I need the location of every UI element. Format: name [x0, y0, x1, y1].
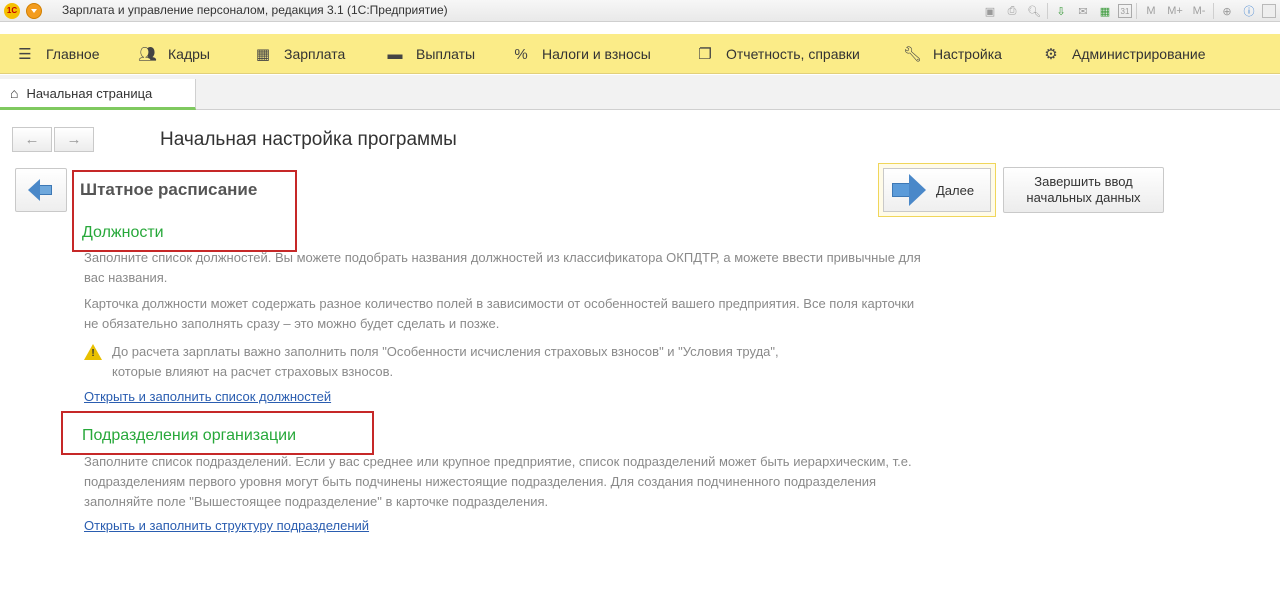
next-button-label: Далее	[936, 182, 975, 198]
app-title: Зарплата и управление персоналом, редакц…	[62, 3, 448, 17]
panel-item-settings[interactable]: 🔧︎ Настройка	[903, 34, 1002, 74]
toolbar-separator	[1047, 3, 1048, 19]
memory-minus-button[interactable]: M-	[1189, 5, 1209, 17]
previous-step-button[interactable]	[15, 168, 67, 212]
open-positions-link[interactable]: Открыть и заполнить список должностей	[84, 389, 331, 404]
preview-icon[interactable]: 🔍︎	[1025, 3, 1043, 19]
minimize-window-icon[interactable]	[1262, 4, 1276, 18]
warning-block: ! До расчета зарплаты важно заполнить по…	[84, 342, 824, 382]
panel-item-administration[interactable]: ⚙ Администрирование	[1042, 34, 1206, 74]
tab-home-label: Начальная страница	[26, 85, 153, 101]
panel-item-payments[interactable]: ▬ Выплаты	[386, 34, 476, 74]
hamburger-icon: ☰	[18, 46, 32, 63]
panel-item-salary[interactable]: ▦ Зарплата	[254, 34, 345, 74]
window-titlebar: 1С Зарплата и управление персоналом, ред…	[0, 0, 1280, 22]
forward-arrow-icon	[892, 174, 926, 206]
panel-item-reports[interactable]: ❐ Отчетность, справки	[696, 34, 860, 74]
panel-item-label: Зарплата	[284, 46, 346, 62]
print-icon[interactable]: ⎙	[1003, 3, 1021, 19]
mail-icon[interactable]: ✉	[1074, 3, 1092, 19]
arrow-right-icon: →	[66, 131, 82, 148]
open-windows-bar: ⌂ Начальная страница	[0, 75, 1280, 110]
panel-item-main[interactable]: ☰ Главное	[16, 34, 100, 74]
zoom-icon[interactable]: ⊕	[1218, 3, 1236, 19]
1c-logo-icon: 1С	[4, 3, 20, 19]
people-icon: 👥︎	[138, 46, 158, 63]
departments-description: Заполните список подразделений. Если у в…	[84, 454, 912, 509]
next-button[interactable]: Далее	[883, 168, 991, 212]
gear-icon: ⚙	[1044, 46, 1058, 63]
panel-item-label: Выплаты	[416, 46, 476, 62]
main-menu-button[interactable]	[26, 3, 42, 19]
next-button-frame: Далее	[878, 163, 996, 217]
arrow-left-icon: ←	[24, 131, 40, 148]
panel-item-label: Отчетность, справки	[726, 46, 860, 62]
positions-title: Должности	[82, 224, 164, 241]
toolbar-separator	[1136, 3, 1137, 19]
back-arrow-icon	[28, 179, 54, 201]
open-departments-link[interactable]: Открыть и заполнить структуру подразделе…	[84, 518, 369, 533]
toolbar-separator	[1213, 3, 1214, 19]
home-icon: ⌂	[10, 85, 19, 101]
section-panel: ☰ Главное 👥︎ Кадры ▦ Зарплата ▬ Выплаты …	[0, 34, 1280, 74]
percent-icon: %	[514, 45, 528, 63]
panel-item-label: Главное	[46, 46, 100, 62]
panel-item-label: Администрирование	[1072, 46, 1206, 62]
warning-icon: !	[84, 344, 102, 360]
panel-item-taxes[interactable]: % Налоги и взносы	[512, 34, 651, 74]
memory-button[interactable]: M	[1141, 5, 1161, 17]
wrench-icon: 🔧︎	[903, 46, 923, 63]
memory-plus-button[interactable]: M+	[1165, 5, 1185, 17]
panel-item-label: Кадры	[168, 46, 210, 62]
panel-item-personnel[interactable]: 👥︎ Кадры	[138, 34, 210, 74]
table-icon[interactable]: ▦	[1096, 3, 1114, 19]
page-title: Начальная настройка программы	[160, 129, 457, 150]
back-nav-button[interactable]: ←	[12, 127, 52, 152]
reports-icon: ❐	[698, 46, 712, 63]
titlebar-toolbar: ▣ ⎙ 🔍︎ ⇩ ✉ ▦ 31 M M+ M- ⊕ ⓘ	[981, 2, 1276, 20]
calculator-icon: ▦	[255, 46, 271, 63]
warning-text: До расчета зарплаты важно заполнить поля…	[112, 344, 779, 379]
download-icon[interactable]: ⇩	[1052, 3, 1070, 19]
panel-item-label: Налоги и взносы	[542, 46, 651, 62]
tab-home-page[interactable]: ⌂ Начальная страница	[0, 79, 196, 110]
positions-description: Заполните список должностей. Вы можете п…	[84, 250, 921, 285]
departments-title: Подразделения организации	[82, 427, 297, 444]
finish-initial-data-button[interactable]: Завершить ввод начальных данных	[1003, 167, 1164, 213]
forward-nav-button[interactable]: →	[54, 127, 94, 152]
save-icon[interactable]: ▣	[981, 3, 999, 19]
positions-card-description: Карточка должности может содержать разно…	[84, 296, 915, 331]
calendar-icon[interactable]: 31	[1118, 4, 1132, 18]
panel-item-label: Настройка	[933, 46, 1002, 62]
wallet-icon: ▬	[387, 45, 403, 63]
info-icon[interactable]: ⓘ	[1240, 3, 1258, 19]
